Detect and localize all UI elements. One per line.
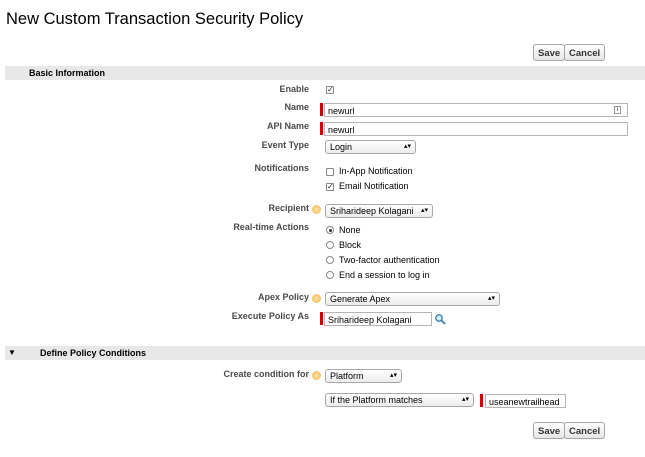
select-arrows-icon: ▴▾ — [389, 372, 397, 379]
execute-policy-as-label: Execute Policy As — [231, 311, 309, 321]
create-condition-label: Create condition for — [223, 369, 309, 379]
in-app-notification-checkbox[interactable] — [326, 168, 334, 176]
api-name-field[interactable]: newurl — [324, 122, 628, 136]
define-policy-conditions-header[interactable]: ▼ Define Policy Conditions — [5, 346, 645, 360]
real-time-actions-label: Real-time Actions — [233, 222, 309, 232]
execute-policy-as-value: Sriharideep Kolagani — [328, 315, 412, 325]
required-indicator — [320, 103, 323, 116]
define-policy-conditions-title: Define Policy Conditions — [40, 348, 147, 358]
action-two-factor-radio[interactable] — [326, 256, 334, 264]
select-arrows-icon: ▴▾ — [487, 295, 495, 302]
action-none-label: None — [339, 225, 361, 235]
select-arrows-icon: ▴▾ — [403, 143, 411, 150]
email-notification-label: Email Notification — [339, 181, 409, 191]
page-title: New Custom Transaction Security Policy — [6, 10, 304, 28]
collapse-triangle-icon[interactable]: ▼ — [8, 346, 16, 360]
api-name-label: API Name — [266, 121, 309, 131]
lookup-icon-glyph — [435, 314, 446, 325]
required-indicator — [320, 122, 323, 135]
execute-policy-as-field[interactable]: Sriharideep Kolagani — [324, 312, 432, 326]
enable-label: Enable — [279, 84, 309, 94]
platform-match-value: If the Platform matches — [330, 395, 423, 405]
event-type-label: Event Type — [261, 140, 309, 150]
action-two-factor-label: Two-factor authentication — [339, 255, 440, 265]
action-end-session-label: End a session to log in — [339, 270, 430, 280]
select-arrows-icon: ▴▾ — [420, 207, 428, 214]
recipient-value: Sriharideep Kolagani — [330, 206, 414, 216]
create-condition-select[interactable]: Platform ▴▾ — [325, 369, 402, 383]
platform-match-input[interactable]: useanewtrailhead — [485, 394, 566, 408]
apex-policy-value: Generate Apex — [330, 294, 391, 304]
platform-match-input-value: useanewtrailhead — [489, 397, 560, 407]
enable-checkbox[interactable]: ✓ — [326, 86, 334, 94]
notifications-label: Notifications — [254, 163, 309, 173]
name-field-value: newurl — [328, 106, 355, 116]
help-icon[interactable] — [312, 294, 321, 303]
apex-policy-select[interactable]: Generate Apex ▴▾ — [325, 292, 500, 306]
name-label: Name — [284, 102, 309, 112]
help-icon[interactable] — [312, 205, 321, 214]
field-info-icon[interactable]: i — [614, 106, 621, 114]
api-name-value: newurl — [328, 125, 355, 135]
required-indicator — [480, 394, 483, 407]
cancel-button[interactable]: Cancel — [564, 44, 606, 61]
action-end-session-radio[interactable] — [326, 271, 334, 279]
basic-information-header: Basic Information — [5, 66, 645, 80]
action-none-radio[interactable] — [326, 226, 334, 234]
save-button[interactable]: Save — [533, 44, 566, 61]
basic-information-title: Basic Information — [29, 68, 106, 78]
cancel-button-bottom[interactable]: Cancel — [564, 422, 606, 439]
platform-match-select[interactable]: If the Platform matches ▴▾ — [325, 393, 474, 407]
action-block-radio[interactable] — [326, 241, 334, 249]
recipient-select[interactable]: Sriharideep Kolagani ▴▾ — [325, 204, 433, 218]
save-button-bottom[interactable]: Save — [533, 422, 566, 439]
select-arrows-icon: ▴▾ — [461, 396, 469, 403]
name-field[interactable]: newurl i — [324, 103, 628, 117]
email-notification-checkbox[interactable]: ✓ — [326, 183, 334, 191]
action-block-label: Block — [339, 240, 362, 250]
required-indicator — [320, 312, 323, 325]
create-condition-value: Platform — [330, 371, 364, 381]
in-app-notification-label: In-App Notification — [339, 166, 413, 176]
event-type-value: Login — [330, 142, 353, 152]
apex-policy-label: Apex Policy — [257, 292, 309, 302]
help-icon[interactable] — [312, 371, 321, 380]
lookup-icon[interactable] — [434, 312, 446, 325]
recipient-label: Recipient — [268, 203, 309, 213]
event-type-select[interactable]: Login ▴▾ — [325, 140, 416, 154]
